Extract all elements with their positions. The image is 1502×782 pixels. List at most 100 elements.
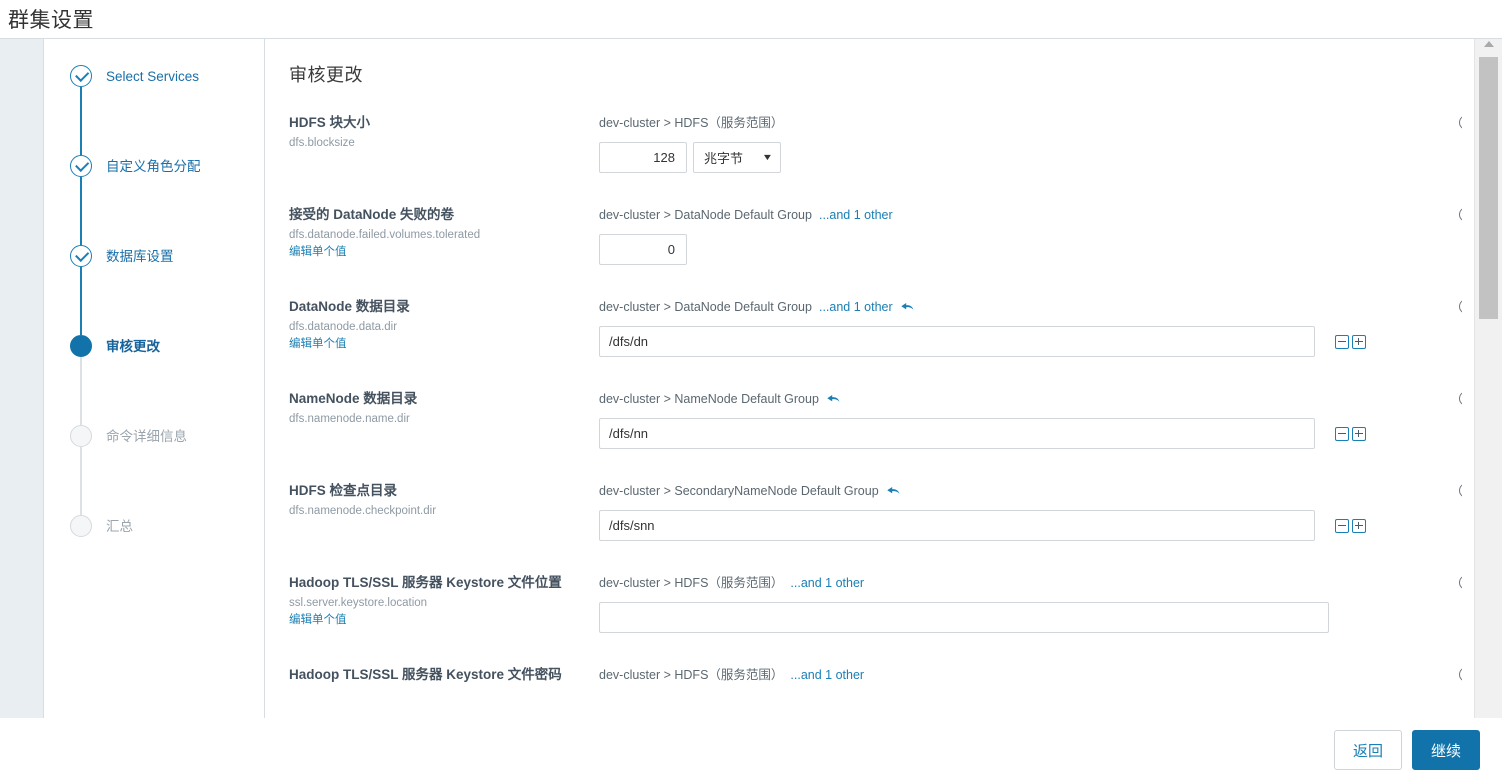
config-property-key: dfs.namenode.name.dir [289,413,410,425]
config-display-name: Hadoop TLS/SSL 服务器 Keystore 文件位置 [289,575,562,590]
step-marker [70,245,92,267]
config-scope: dev-cluster > DataNode Default Group ...a… [599,207,1414,224]
sidebar-step-label: 汇总 [106,519,133,534]
scroll-up-arrow-icon[interactable] [1483,41,1494,47]
config-row-right: dev-cluster > DataNode Default Group ...a… [599,297,1414,383]
config-scope-more-link[interactable]: ...and 1 other [819,207,893,224]
config-row-right: dev-cluster > HDFS（服务范围） ...and 1 other [599,573,1414,659]
config-row: NameNode 数据目录 dfs.namenode.name.dir dev-cl… [289,389,1474,481]
config-display-name: DataNode 数据目录 [289,299,410,314]
config-field [599,326,1414,357]
empty-step-dot-icon [70,515,92,537]
step-connector-line [80,87,82,155]
config-row: HDFS 检查点目录 dfs.namenode.checkpoint.dir dev… [289,481,1474,573]
step-connector-line [80,177,82,245]
config-row-right: dev-cluster > HDFS（服务范围） 兆字节 ▼ [599,113,1414,199]
chevron-down-icon: ▼ [761,152,774,162]
add-entry-icon[interactable] [1352,334,1366,349]
config-display-name: NameNode 数据目录 [289,391,418,406]
step-connector-line [80,267,82,335]
sidebar-step-3[interactable]: 数据库设置 [44,245,264,335]
config-scope-path: dev-cluster > HDFS（服务范围） [599,668,784,682]
sidebar-step-label: 命令详细信息 [106,429,187,444]
section-title: 审核更改 [289,65,363,85]
step-marker [70,515,92,537]
config-number-input[interactable] [599,142,687,173]
scrollbar-thumb[interactable] [1479,57,1498,319]
edit-single-value-link[interactable]: 编辑单个值 [289,244,599,261]
config-row-left: DataNode 数据目录 dfs.datanode.data.dir 编辑单个值 [289,297,599,383]
config-display-name: HDFS 检查点目录 [289,483,397,498]
undo-icon[interactable] [900,301,915,315]
vertical-scrollbar[interactable] [1474,39,1502,718]
config-scope-more-link[interactable]: ...and 1 other [790,575,864,592]
step-marker [70,65,92,87]
remove-entry-icon[interactable] [1335,518,1349,533]
config-display-name: 接受的 DataNode 失败的卷 [289,207,455,222]
config-row-right: dev-cluster > HDFS（服务范围） ...and 1 other [599,665,1414,718]
config-scope-path: dev-cluster > DataNode Default Group [599,300,812,314]
config-path-input[interactable] [599,326,1315,357]
config-field [599,602,1414,633]
step-marker [70,155,92,177]
wizard-shell: Select Services 自定义角色分配 数据库设置 审核更改 命令详细信息 汇总 … [0,38,1502,718]
sidebar-step-4[interactable]: 审核更改 [44,335,264,425]
config-property-key: dfs.datanode.failed.volumes.tolerated [289,229,481,241]
config-property-key: ssl.server.keystore.location [289,597,428,609]
check-icon [70,65,92,87]
step-connector-line [80,357,82,425]
config-row-left: Hadoop TLS/SSL 服务器 Keystore 文件位置 ssl.serv… [289,573,599,659]
sidebar-step-label: 自定义角色分配 [106,159,201,174]
config-scope: dev-cluster > HDFS（服务范围） [599,115,1414,132]
edit-single-value-link[interactable]: 编辑单个值 [289,336,599,353]
config-scope-more-link[interactable]: ...and 1 other [819,299,893,316]
undo-icon[interactable] [826,393,841,407]
config-scope: dev-cluster > HDFS（服务范围） ...and 1 other [599,575,1414,592]
config-number-input[interactable] [599,234,687,265]
content-area: 审核更改 HDFS 块大小 dfs.blocksize dev-cluster > … [265,39,1502,718]
config-display-name: HDFS 块大小 [289,115,370,130]
config-row: DataNode 数据目录 dfs.datanode.data.dir 编辑单个值 d… [289,297,1474,389]
check-icon [70,155,92,177]
sidebar-step-6[interactable]: 汇总 [44,515,264,605]
config-property-key: dfs.blocksize [289,137,355,149]
path-entry-controls [1335,334,1366,349]
config-text-input[interactable] [599,602,1329,633]
sidebar-step-label: 审核更改 [106,339,160,354]
config-property-key: dfs.namenode.checkpoint.dir [289,505,437,517]
page-title: 群集设置 [8,9,94,32]
wizard-step-list: Select Services 自定义角色分配数据库设置审核更改命令详细信息 汇总 [44,65,264,605]
config-scope: dev-cluster > HDFS（服务范围） ...and 1 other [599,667,1414,684]
config-row: HDFS 块大小 dfs.blocksize dev-cluster > HDFS（… [289,113,1474,205]
config-row-right: dev-cluster > DataNode Default Group ...a… [599,205,1414,291]
config-display-name: Hadoop TLS/SSL 服务器 Keystore 文件密码 [289,667,562,682]
config-row: 接受的 DataNode 失败的卷 dfs.datanode.failed.vol… [289,205,1474,297]
sidebar-step-2[interactable]: 自定义角色分配 [44,155,264,245]
step-marker [70,335,92,357]
config-scope-path: dev-cluster > NameNode Default Group [599,392,819,406]
back-button[interactable]: 返回 [1334,730,1402,770]
empty-step-dot-icon [70,425,92,447]
config-path-input[interactable] [599,510,1315,541]
config-scope-path: dev-cluster > HDFS（服务范围） [599,576,784,590]
unit-select[interactable]: 兆字节 ▼ [693,142,781,173]
config-field [599,234,1414,265]
step-connector-line [80,447,82,515]
page-header: 群集设置 [0,0,1502,38]
remove-entry-icon[interactable] [1335,426,1349,441]
sidebar-step-5[interactable]: 命令详细信息 [44,425,264,515]
edit-single-value-link[interactable]: 编辑单个值 [289,612,599,629]
wizard-sidebar: Select Services 自定义角色分配数据库设置审核更改命令详细信息 汇总 [44,39,265,718]
remove-entry-icon[interactable] [1335,334,1349,349]
step-marker [70,425,92,447]
wizard-footer: 返回 继续 [0,718,1502,782]
undo-icon[interactable] [886,485,901,499]
add-entry-icon[interactable] [1352,518,1366,533]
config-scope-more-link[interactable]: ...and 1 other [790,667,864,684]
config-path-input[interactable] [599,418,1315,449]
unit-select-value: 兆字节 [704,151,744,166]
config-row-left: 接受的 DataNode 失败的卷 dfs.datanode.failed.vol… [289,205,599,291]
add-entry-icon[interactable] [1352,426,1366,441]
continue-button[interactable]: 继续 [1412,730,1480,770]
sidebar-step-1[interactable]: Select Services [44,65,264,155]
